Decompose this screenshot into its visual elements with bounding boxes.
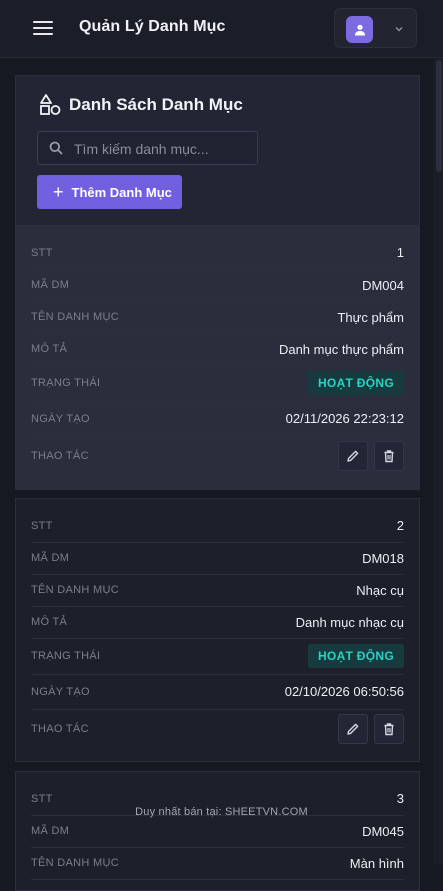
row-code: MÃ DM DM018 [31, 542, 404, 575]
label-description: MÔ TẢ [31, 343, 68, 355]
label-status: TRẠNG THÁI [31, 650, 101, 662]
label-stt: STT [31, 792, 53, 805]
delete-button[interactable] [374, 441, 404, 471]
user-avatar-icon [346, 16, 373, 43]
top-bar: Quản Lý Danh Mục [0, 0, 443, 58]
row-code: MÃ DM DM045 [31, 815, 404, 848]
pencil-icon [347, 450, 359, 462]
value-code: DM018 [362, 550, 404, 566]
label-name: TÊN DANH MỤC [31, 311, 119, 323]
label-status: TRẠNG THÁI [31, 377, 101, 389]
label-actions: THAO TÁC [31, 723, 89, 735]
row-created: NGÀY TẠO 02/11/2026 22:23:12 [31, 401, 404, 437]
row-stt: STT 1 [31, 236, 404, 270]
label-code: MÃ DM [31, 279, 70, 291]
value-stt: 3 [396, 791, 404, 806]
row-description: MÔ TẢ Danh mục nhạc cụ [31, 606, 404, 639]
status-badge: HOẠT ĐỘNG [307, 644, 404, 668]
category-card: STT 2 MÃ DM DM018 TÊN DANH MỤC Nhạc cụ M… [15, 498, 420, 762]
row-code: MÃ DM DM004 [31, 269, 404, 302]
row-actions: THAO TÁC [31, 711, 404, 747]
row-name: TÊN DANH MỤC Nhạc cụ [31, 574, 404, 607]
category-card: STT 1 MÃ DM DM004 TÊN DANH MỤC Thực phẩm… [15, 225, 420, 490]
row-status: TRẠNG THÁI HOẠT ĐỘNG [31, 638, 404, 675]
label-description: MÔ TẢ [31, 616, 68, 628]
label-name: TÊN DANH MỤC [31, 857, 119, 869]
value-created: 02/11/2026 22:23:12 [285, 411, 404, 426]
row-created: NGÀY TẠO 02/10/2026 06:50:56 [31, 674, 404, 710]
scrollbar-thumb[interactable] [436, 60, 442, 172]
value-name: Màn hình [349, 855, 404, 871]
value-name: Thực phẩm [337, 309, 404, 325]
shapes-icon [40, 94, 61, 115]
value-description: Danh mục thực phẩm [278, 341, 404, 357]
label-stt: STT [31, 246, 53, 259]
plus-icon: + [53, 182, 64, 202]
search-field[interactable] [37, 131, 258, 166]
row-name: TÊN DANH MỤC Thực phẩm [31, 301, 404, 334]
status-badge: HOẠT ĐỘNG [307, 371, 404, 395]
edit-button[interactable] [338, 441, 368, 471]
chevron-down-icon [395, 26, 403, 32]
row-description: MÔ TẢ Danh mục thực phẩm [31, 333, 404, 366]
category-card: STT 3 MÃ DM DM045 TÊN DANH MỤC Màn hình [15, 771, 420, 891]
row-status: TRẠNG THÁI HOẠT ĐỘNG [31, 365, 404, 402]
label-created: NGÀY TẠO [31, 412, 90, 425]
value-code: DM045 [362, 823, 404, 839]
scrollbar-track[interactable] [433, 58, 443, 864]
value-description: Danh mục nhạc cụ [295, 614, 404, 630]
value-created: 02/10/2026 06:50:56 [284, 684, 404, 699]
category-list-panel: Danh Sách Danh Mục + Thêm Danh Mục [15, 75, 420, 225]
add-category-label: Thêm Danh Mục [71, 184, 172, 200]
value-stt: 1 [396, 245, 404, 260]
label-code: MÃ DM [31, 825, 70, 837]
user-menu-button[interactable] [334, 8, 417, 48]
label-actions: THAO TÁC [31, 450, 89, 462]
pencil-icon [347, 723, 359, 735]
search-input[interactable] [72, 132, 256, 166]
value-code: DM004 [362, 277, 404, 293]
label-name: TÊN DANH MỤC [31, 584, 119, 596]
value-stt: 2 [396, 518, 404, 533]
add-category-button[interactable]: + Thêm Danh Mục [37, 175, 182, 209]
delete-button[interactable] [374, 714, 404, 744]
label-code: MÃ DM [31, 552, 70, 564]
edit-button[interactable] [338, 714, 368, 744]
trash-icon [384, 723, 394, 736]
panel-title: Danh Sách Danh Mục [69, 95, 243, 114]
app-title: Quản Lý Danh Mục [79, 18, 226, 35]
label-stt: STT [31, 519, 53, 532]
trash-icon [384, 450, 394, 463]
watermark: Duy nhất bán tại: SHEETVN.COM [135, 806, 308, 818]
value-name: Nhạc cụ [356, 582, 404, 598]
row-actions: THAO TÁC [31, 438, 404, 474]
row-stt: STT 2 [31, 509, 404, 543]
label-created: NGÀY TẠO [31, 685, 90, 698]
hamburger-menu-icon[interactable] [33, 21, 53, 37]
search-icon [49, 141, 63, 155]
